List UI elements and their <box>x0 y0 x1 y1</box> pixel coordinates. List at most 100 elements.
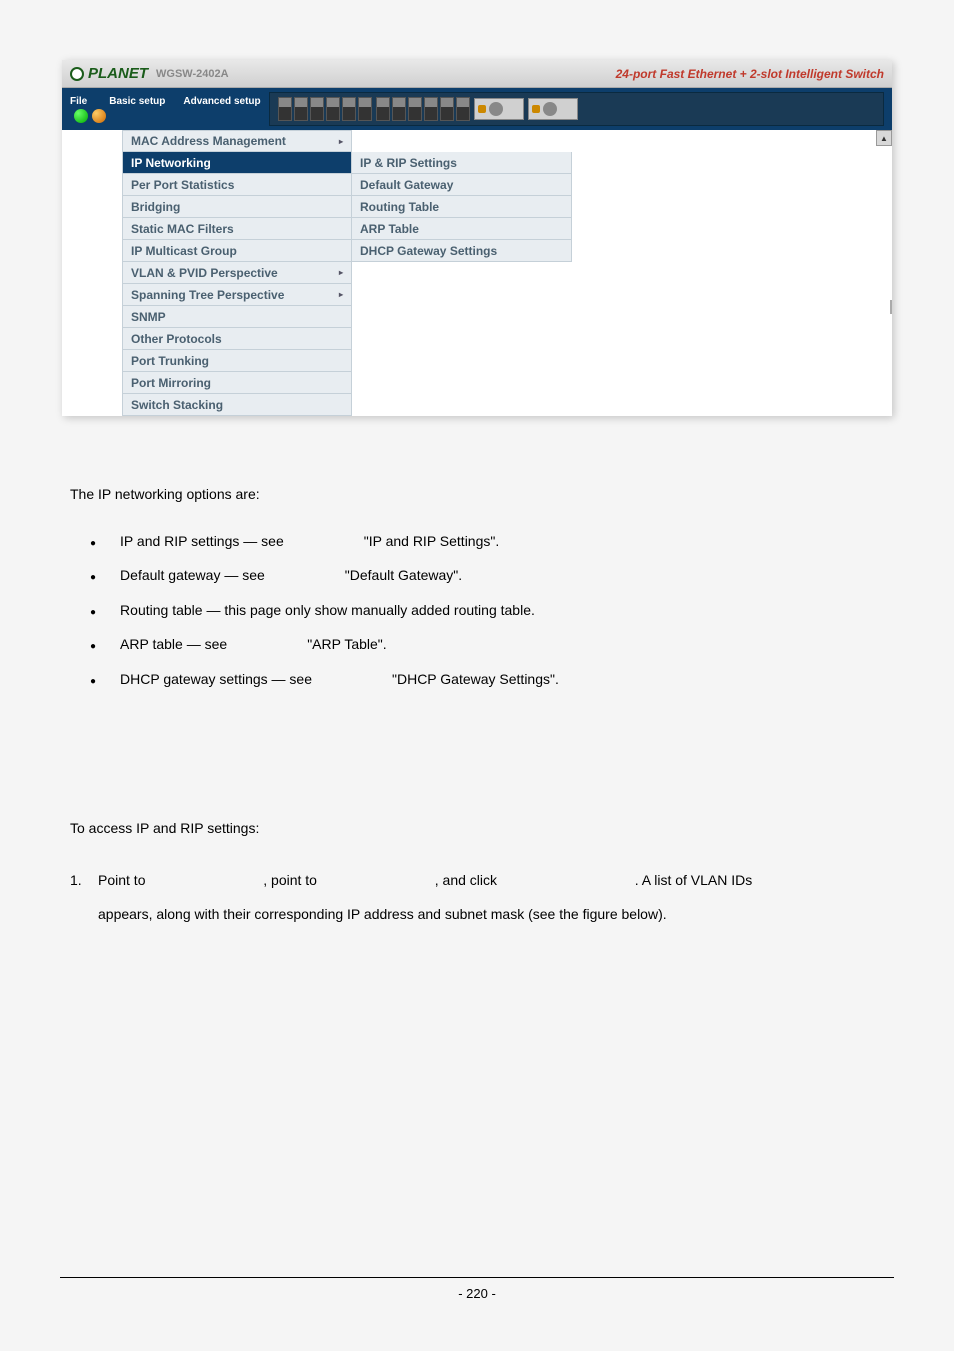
submenu-arrow-icon: ▸ <box>339 268 343 277</box>
bullet-text: ARP table — see"ARP Table". <box>120 633 387 655</box>
menu-item-port-trunking[interactable]: Port Trunking <box>122 350 352 372</box>
menu-item-port-mirroring[interactable]: Port Mirroring <box>122 372 352 394</box>
port[interactable] <box>278 97 292 121</box>
port-panel <box>269 92 884 126</box>
status-led-green <box>74 109 88 123</box>
port[interactable] <box>358 97 372 121</box>
bullet-list: ● IP and RIP settings — see"IP and RIP Se… <box>90 530 884 690</box>
submenu-item-arp-table[interactable]: ARP Table <box>352 218 572 240</box>
uplink-port[interactable] <box>543 102 557 116</box>
menu-item-label: Per Port Statistics <box>131 178 234 192</box>
menu-item-switch-stacking[interactable]: Switch Stacking <box>122 394 352 416</box>
bullet-icon: ● <box>90 536 96 552</box>
bullet-icon: ● <box>90 605 96 621</box>
planet-globe-icon <box>70 67 84 81</box>
menu-item-ip-networking[interactable]: IP Networking <box>122 152 352 174</box>
menu-item-label: Static MAC Filters <box>131 222 234 236</box>
bullet-item: ● IP and RIP settings — see"IP and RIP Se… <box>90 530 884 552</box>
scroll-up-arrow-icon[interactable]: ▲ <box>876 130 892 146</box>
uplink-slot-b <box>528 98 578 120</box>
menu-item-label: Bridging <box>131 200 180 214</box>
uplink-led <box>478 105 486 113</box>
app-body: MAC Address Management ▸ IP Networking Per … <box>62 130 892 416</box>
menu-item-label: Other Protocols <box>131 332 222 346</box>
step-number: 1. <box>70 864 98 931</box>
bullet-icon: ● <box>90 674 96 690</box>
port-group-1 <box>278 97 372 121</box>
uplink-port[interactable] <box>489 102 503 116</box>
menu-item-mac-address-management[interactable]: MAC Address Management ▸ <box>122 130 352 152</box>
menu-item-ip-multicast-group[interactable]: IP Multicast Group <box>122 240 352 262</box>
bullet-icon: ● <box>90 570 96 586</box>
menu-item-label: VLAN & PVID Perspective <box>131 266 278 280</box>
intro-paragraph: The IP networking options are: <box>70 486 884 502</box>
page-footer: - 220 - <box>60 1277 894 1301</box>
submenu-spacer <box>352 130 572 152</box>
model-number: WGSW-2402A <box>156 68 616 80</box>
port[interactable] <box>424 97 438 121</box>
vertical-separator <box>890 300 892 314</box>
app-screenshot: PLANET WGSW-2402A 24-port Fast Ethernet … <box>62 60 892 416</box>
brand-logo: PLANET <box>70 65 148 82</box>
submenu-arrow-icon: ▸ <box>339 137 343 146</box>
main-menu-column: MAC Address Management ▸ IP Networking Per … <box>122 130 352 416</box>
menu-file[interactable]: File <box>70 96 87 107</box>
port[interactable] <box>342 97 356 121</box>
menu-item-label: Port Trunking <box>131 354 209 368</box>
menu-item-per-port-statistics[interactable]: Per Port Statistics <box>122 174 352 196</box>
bullet-text: Default gateway — see"Default Gateway". <box>120 564 462 586</box>
port[interactable] <box>456 97 470 121</box>
topbar-left: File Basic setup Advanced setup <box>70 96 269 123</box>
menu-item-label: MAC Address Management <box>131 134 286 148</box>
menu-item-static-mac-filters[interactable]: Static MAC Filters <box>122 218 352 240</box>
bullet-item: ● Default gateway — see"Default Gateway". <box>90 564 884 586</box>
port[interactable] <box>392 97 406 121</box>
submenu-item-ip-rip-settings[interactable]: IP & RIP Settings <box>352 152 572 174</box>
status-led-orange <box>92 109 106 123</box>
menu-item-label: Switch Stacking <box>131 398 223 412</box>
app-header: PLANET WGSW-2402A 24-port Fast Ethernet … <box>62 60 892 88</box>
port[interactable] <box>326 97 340 121</box>
menu-item-spanning-tree-perspective[interactable]: Spanning Tree Perspective ▸ <box>122 284 352 306</box>
menu-item-snmp[interactable]: SNMP <box>122 306 352 328</box>
uplink-led <box>532 105 540 113</box>
submenu-item-default-gateway[interactable]: Default Gateway <box>352 174 572 196</box>
product-tagline: 24-port Fast Ethernet + 2-slot Intellige… <box>616 67 884 81</box>
menu-item-vlan-pvid-perspective[interactable]: VLAN & PVID Perspective ▸ <box>122 262 352 284</box>
bullet-item: ● ARP table — see"ARP Table". <box>90 633 884 655</box>
menu-item-label: IP Networking <box>131 156 211 170</box>
submenu-arrow-icon: ▸ <box>339 290 343 299</box>
bullet-text: DHCP gateway settings — see"DHCP Gateway… <box>120 668 559 690</box>
menu-advanced-setup[interactable]: Advanced setup <box>183 96 260 107</box>
menu-item-label: IP Multicast Group <box>131 244 237 258</box>
uplink-slot-a <box>474 98 524 120</box>
menu-item-bridging[interactable]: Bridging <box>122 196 352 218</box>
submenu-item-routing-table[interactable]: Routing Table <box>352 196 572 218</box>
port[interactable] <box>310 97 324 121</box>
port[interactable] <box>376 97 390 121</box>
submenu-column: IP & RIP SettingsDefault GatewayRouting … <box>352 130 572 416</box>
port[interactable] <box>408 97 422 121</box>
step-1: 1. Point to , point to , and click . A l… <box>70 864 884 931</box>
page-number: - 220 - <box>458 1286 496 1301</box>
bullet-item: ● DHCP gateway settings — see"DHCP Gatewa… <box>90 668 884 690</box>
menu-basic-setup[interactable]: Basic setup <box>109 96 165 107</box>
menu-item-label: Port Mirroring <box>131 376 211 390</box>
doc-content: The IP networking options are: ● IP and R… <box>60 486 894 931</box>
port[interactable] <box>440 97 454 121</box>
bullet-icon: ● <box>90 639 96 655</box>
step-text: Point to , point to , and click . A list… <box>98 864 884 931</box>
subheading: To access IP and RIP settings: <box>70 820 884 836</box>
bullet-item: ● Routing table — this page only show man… <box>90 599 884 621</box>
bullet-text: Routing table — this page only show manu… <box>120 599 535 621</box>
bullet-text: IP and RIP settings — see"IP and RIP Set… <box>120 530 499 552</box>
menu-item-other-protocols[interactable]: Other Protocols <box>122 328 352 350</box>
port[interactable] <box>294 97 308 121</box>
menu-item-label: Spanning Tree Perspective <box>131 288 284 302</box>
brand-text: PLANET <box>88 65 148 82</box>
top-menubar: File Basic setup Advanced setup <box>62 88 892 130</box>
content-rest: ▲ <box>572 130 892 416</box>
submenu-item-dhcp-gateway-settings[interactable]: DHCP Gateway Settings <box>352 240 572 262</box>
menu-item-label: SNMP <box>131 310 166 324</box>
port-group-2 <box>376 97 470 121</box>
